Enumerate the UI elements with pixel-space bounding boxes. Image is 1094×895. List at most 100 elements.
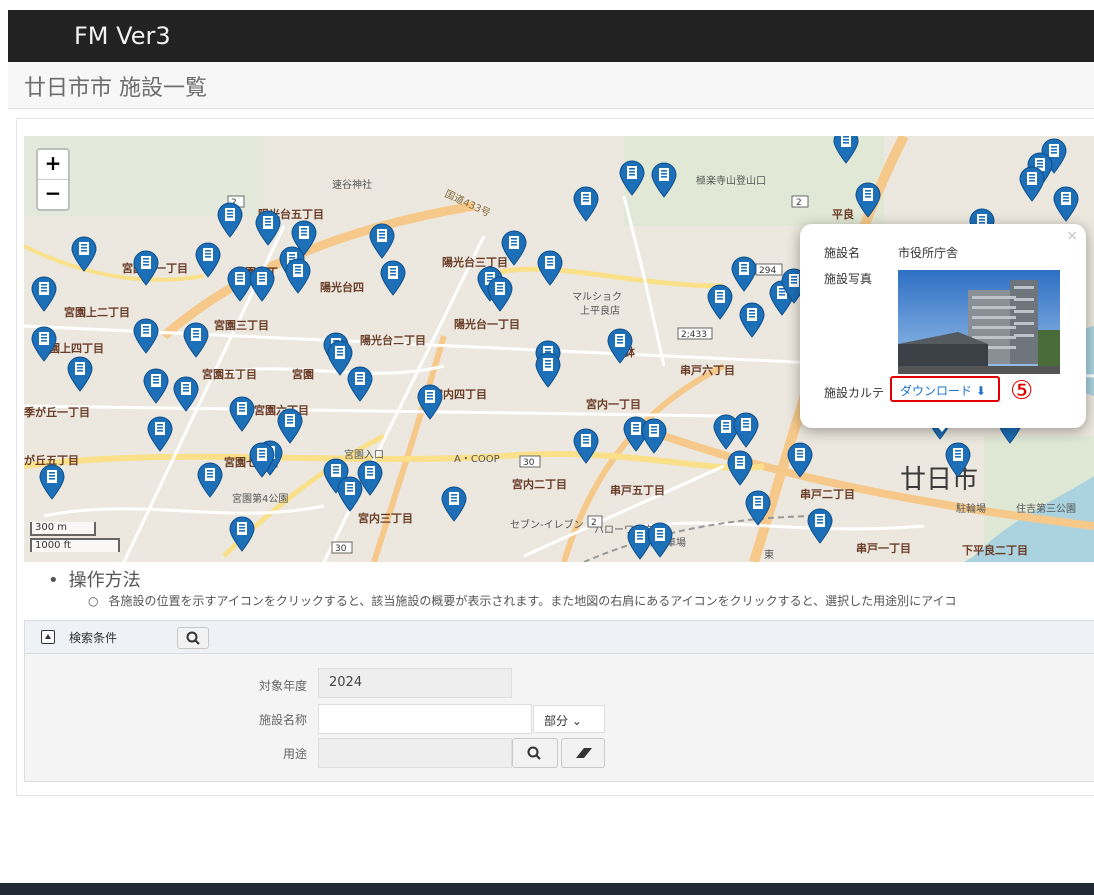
facility-marker-icon[interactable]: [833, 136, 859, 164]
zoom-in-button[interactable]: +: [38, 150, 68, 180]
facility-marker-icon[interactable]: [855, 182, 881, 218]
facility-marker-icon[interactable]: [647, 522, 673, 558]
facility-name-input[interactable]: [318, 704, 532, 734]
facility-name-label: 施設名: [824, 246, 861, 260]
facility-marker-icon[interactable]: [71, 236, 97, 272]
svg-text:2: 2: [591, 518, 597, 528]
facility-marker-icon[interactable]: [67, 356, 93, 392]
facility-marker-icon[interactable]: [417, 384, 443, 420]
facility-marker-icon[interactable]: [147, 416, 173, 452]
facility-marker-icon[interactable]: [1019, 166, 1045, 202]
facility-marker-icon[interactable]: [787, 442, 813, 478]
facility-marker-icon[interactable]: [217, 202, 243, 238]
svg-text:294: 294: [759, 266, 776, 276]
svg-text:宮園三丁目: 宮園三丁目: [214, 318, 269, 332]
facility-marker-icon[interactable]: [641, 418, 667, 454]
svg-text:串戸五丁目: 串戸五丁目: [610, 483, 665, 497]
popup-close-button[interactable]: ×: [1066, 228, 1078, 244]
facility-marker-icon[interactable]: [133, 250, 159, 286]
facility-marker-icon[interactable]: [607, 328, 633, 364]
search-button[interactable]: [177, 627, 209, 649]
facility-marker-icon[interactable]: [573, 186, 599, 222]
facility-marker-icon[interactable]: [945, 442, 971, 478]
help-section: • 操作方法: [48, 566, 141, 592]
facility-marker-icon[interactable]: [487, 276, 513, 312]
facility-marker-icon[interactable]: [39, 464, 65, 500]
svg-text:30: 30: [523, 458, 535, 468]
svg-text:串戸二丁目: 串戸二丁目: [800, 487, 855, 501]
facility-marker-icon[interactable]: [745, 490, 771, 526]
facility-marker-icon[interactable]: [249, 442, 275, 478]
collapse-icon[interactable]: [41, 630, 55, 644]
use-label: 用途: [282, 747, 307, 761]
svg-text:宮内三丁目: 宮内三丁目: [358, 511, 413, 525]
svg-text:宮内二丁目: 宮内二丁目: [512, 477, 567, 491]
use-field[interactable]: [318, 738, 512, 768]
facility-photo-label: 施設写真: [824, 272, 873, 286]
facility-marker-icon[interactable]: [380, 260, 406, 296]
svg-text:串戸一丁目: 串戸一丁目: [856, 541, 911, 555]
facility-marker-icon[interactable]: [255, 210, 281, 246]
facility-marker-icon[interactable]: [133, 318, 159, 354]
match-type-select[interactable]: 部分 ⌄: [533, 705, 605, 733]
search-conditions-label: 検索条件: [69, 631, 118, 645]
zoom-control: + −: [36, 148, 70, 211]
facility-marker-icon[interactable]: [537, 250, 563, 286]
svg-text:A・COOP: A・COOP: [454, 454, 500, 465]
facility-marker-icon[interactable]: [195, 242, 221, 278]
eraser-icon: [576, 748, 592, 758]
facility-marker-icon[interactable]: [229, 516, 255, 552]
facility-marker-icon[interactable]: [197, 462, 223, 498]
facility-marker-icon[interactable]: [369, 223, 395, 259]
svg-text:宮内一丁目: 宮内一丁目: [586, 397, 641, 411]
help-text: 各施設の位置を示すアイコンをクリックすると、該当施設の概要が表示されます。また地…: [108, 594, 957, 608]
facility-marker-icon[interactable]: [31, 276, 57, 312]
use-search-button[interactable]: [512, 738, 558, 768]
year-field[interactable]: 2024: [318, 668, 512, 698]
facility-marker-icon[interactable]: [31, 326, 57, 362]
facility-marker-icon[interactable]: [173, 376, 199, 412]
search-panel: 検索条件 対象年度 2024 施設名称 部分 ⌄ 用途: [24, 620, 1094, 782]
help-title: 操作方法: [68, 570, 141, 591]
app-title[interactable]: FM Ver3: [74, 22, 171, 50]
karte-download-link[interactable]: ダウンロード ⬇: [900, 382, 986, 399]
use-clear-button[interactable]: [561, 738, 605, 768]
svg-text:季が丘一丁目: 季が丘一丁目: [24, 405, 90, 419]
facility-marker-icon[interactable]: [535, 352, 561, 388]
facility-marker-icon[interactable]: [277, 408, 303, 444]
facility-marker-icon[interactable]: [1053, 186, 1079, 222]
facility-marker-icon[interactable]: [143, 368, 169, 404]
svg-text:東: 東: [764, 548, 774, 561]
scale-bar-imperial: 1000 ft: [30, 538, 120, 552]
svg-text:宮園: 宮園: [292, 367, 314, 381]
facility-marker-icon[interactable]: [807, 508, 833, 544]
svg-text:30: 30: [335, 544, 347, 554]
year-label: 対象年度: [258, 679, 307, 693]
facility-marker-icon[interactable]: [285, 258, 311, 294]
facility-marker-icon[interactable]: [441, 486, 467, 522]
facility-marker-icon[interactable]: [183, 322, 209, 358]
facility-marker-icon[interactable]: [651, 162, 677, 198]
facility-marker-icon[interactable]: [249, 266, 275, 302]
circle-bullet-icon: ○: [88, 594, 99, 608]
page-title: 廿日市市 施設一覧: [24, 76, 207, 101]
facility-marker-icon[interactable]: [501, 230, 527, 266]
facility-marker-icon[interactable]: [707, 284, 733, 320]
zoom-out-button[interactable]: −: [38, 180, 68, 209]
facility-marker-icon[interactable]: [739, 302, 765, 338]
facility-marker-icon[interactable]: [573, 428, 599, 464]
popup-tip: [932, 420, 952, 432]
facility-marker-icon[interactable]: [619, 160, 645, 196]
app-header: FM Ver3: [8, 10, 1094, 62]
facility-marker-icon[interactable]: [727, 450, 753, 486]
svg-text:陽光台一丁目: 陽光台一丁目: [454, 317, 520, 331]
svg-text:2;433: 2;433: [681, 330, 707, 340]
facility-marker-icon[interactable]: [347, 366, 373, 402]
svg-text:陽光台二丁目: 陽光台二丁目: [360, 333, 426, 347]
facility-marker-icon[interactable]: [229, 396, 255, 432]
facility-marker-icon[interactable]: [731, 256, 757, 292]
svg-text:串戸六丁目: 串戸六丁目: [680, 363, 735, 377]
facility-marker-icon[interactable]: [733, 412, 759, 448]
svg-text:陽光台四: 陽光台四: [320, 280, 364, 294]
facility-marker-icon[interactable]: [337, 476, 363, 512]
